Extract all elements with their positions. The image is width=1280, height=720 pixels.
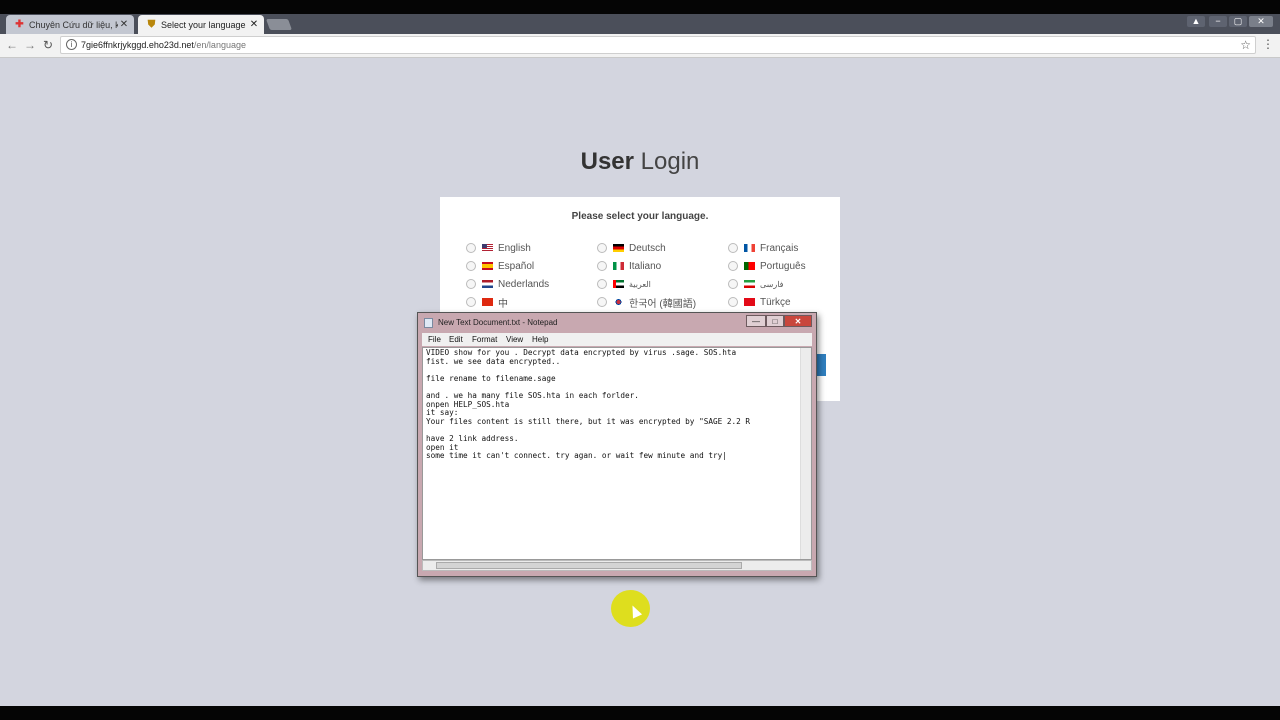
url-host: 7gie6ffnkrjykggd.eho23d.net xyxy=(81,40,194,50)
reload-button[interactable]: ↻ xyxy=(40,37,56,53)
notepad-titlebar[interactable]: New Text Document.txt - Notepad — □ ✕ xyxy=(420,314,814,332)
language-option-nederlands[interactable]: Nederlands xyxy=(466,277,549,291)
title-bold: User xyxy=(580,148,634,175)
info-icon[interactable]: i xyxy=(66,39,77,50)
radio-button[interactable] xyxy=(728,297,738,307)
radio-button[interactable] xyxy=(466,279,476,289)
radio-button[interactable] xyxy=(597,243,607,253)
tab-title: Chuyên Cứu dữ liệu, khô xyxy=(29,19,118,30)
address-bar[interactable]: i 7gie6ffnkrjykggd.eho23d.net/en/languag… xyxy=(60,36,1256,54)
es-flag-icon xyxy=(482,262,493,270)
notepad-icon xyxy=(424,318,433,328)
us-flag-icon xyxy=(482,244,493,252)
menu-edit[interactable]: Edit xyxy=(449,335,463,344)
language-option-chinese[interactable]: 中 xyxy=(466,295,508,310)
menu-format[interactable]: Format xyxy=(472,335,497,344)
profile-button[interactable]: ▲ xyxy=(1187,16,1205,27)
close-tab-icon[interactable]: ✕ xyxy=(248,19,260,30)
minimize-button[interactable]: − xyxy=(1209,16,1227,27)
tab-select-language[interactable]: ⛊ Select your language ✕ xyxy=(138,15,264,34)
notepad-minimize-button[interactable]: — xyxy=(746,315,766,327)
language-prompt: Please select your language. xyxy=(571,211,709,222)
pt-flag-icon xyxy=(744,262,755,270)
close-tab-icon[interactable]: ✕ xyxy=(118,19,130,30)
language-option-italiano[interactable]: Italiano xyxy=(597,259,661,273)
language-label: Türkçe xyxy=(760,296,791,308)
kr-flag-icon xyxy=(613,298,624,306)
forward-button[interactable]: → xyxy=(22,37,38,53)
de-flag-icon xyxy=(613,244,624,252)
fr-flag-icon xyxy=(744,244,755,252)
notepad-close-button[interactable]: ✕ xyxy=(784,315,812,327)
horizontal-scrollbar[interactable] xyxy=(422,560,812,571)
page-title: User Login xyxy=(0,148,1280,176)
nl-flag-icon xyxy=(482,280,493,288)
language-label: Deutsch xyxy=(629,242,666,254)
language-label: 中 xyxy=(498,298,508,310)
menu-help[interactable]: Help xyxy=(532,335,548,344)
language-label: Español xyxy=(498,260,535,272)
new-tab-button[interactable] xyxy=(265,19,293,30)
language-label: Nederlands xyxy=(498,278,550,290)
vertical-scrollbar[interactable] xyxy=(800,348,811,559)
tab-title: Select your language xyxy=(161,19,246,30)
language-label: Italiano xyxy=(629,260,662,272)
ir-flag-icon xyxy=(744,280,755,288)
radio-button[interactable] xyxy=(728,243,738,253)
language-option-deutsch[interactable]: Deutsch xyxy=(597,241,666,255)
language-label: 한국어 (韓國語) xyxy=(629,298,697,310)
radio-button[interactable] xyxy=(466,261,476,271)
notepad-window: New Text Document.txt - Notepad — □ ✕ Fi… xyxy=(417,312,817,577)
language-label: English xyxy=(498,242,531,254)
ae-flag-icon xyxy=(613,280,624,288)
language-option-english[interactable]: English xyxy=(466,241,531,255)
url-path: /en/language xyxy=(193,40,246,50)
notepad-text-area[interactable]: VIDEO show for you . Decrypt data encryp… xyxy=(422,347,812,560)
language-option-portugues[interactable]: Português xyxy=(728,259,806,273)
tab-strip: ✚ Chuyên Cứu dữ liệu, khô ✕ ⛊ Select you… xyxy=(0,14,1280,34)
language-label: العربية xyxy=(629,279,651,289)
close-window-button[interactable]: ✕ xyxy=(1249,16,1273,27)
back-button[interactable]: ← xyxy=(4,37,20,53)
bookmark-star-icon[interactable]: ☆ xyxy=(1240,37,1251,53)
radio-button[interactable] xyxy=(728,279,738,289)
language-label: Français xyxy=(760,242,799,254)
shield-icon: ⛊ xyxy=(147,19,156,30)
video-letterbox-bottom xyxy=(0,706,1280,720)
radio-button[interactable] xyxy=(466,297,476,307)
it-flag-icon xyxy=(613,262,624,270)
radio-button[interactable] xyxy=(597,297,607,307)
tr-flag-icon xyxy=(744,298,755,306)
language-label: فارسی xyxy=(760,279,784,289)
language-option-turkce[interactable]: Türkçe xyxy=(728,295,791,309)
url-text: 7gie6ffnkrjykggd.eho23d.net/en/language xyxy=(81,37,246,53)
notepad-content[interactable]: VIDEO show for you . Decrypt data encryp… xyxy=(423,348,802,461)
notepad-menubar: File Edit Format View Help xyxy=(422,333,812,346)
language-option-arabic[interactable]: العربية xyxy=(597,277,651,291)
radio-button[interactable] xyxy=(597,279,607,289)
radio-button[interactable] xyxy=(466,243,476,253)
radio-button[interactable] xyxy=(597,261,607,271)
tab-data-recovery[interactable]: ✚ Chuyên Cứu dữ liệu, khô ✕ xyxy=(6,15,134,34)
cn-flag-icon xyxy=(482,298,493,306)
browser-toolbar: ← → ↻ i 7gie6ffnkrjykggd.eho23d.net/en/l… xyxy=(0,34,1280,58)
browser-menu-icon[interactable]: ⋮ xyxy=(1262,37,1274,51)
scrollbar-thumb[interactable] xyxy=(436,562,742,569)
title-light: Login xyxy=(640,148,700,175)
notepad-title: New Text Document.txt - Notepad xyxy=(438,318,558,327)
language-option-korean[interactable]: 한국어 (韓國語) xyxy=(597,295,697,310)
maximize-button[interactable]: ▢ xyxy=(1229,16,1247,27)
video-letterbox-top xyxy=(0,0,1280,14)
radio-button[interactable] xyxy=(728,261,738,271)
notepad-maximize-button[interactable]: □ xyxy=(766,315,784,327)
language-option-farsi[interactable]: فارسی xyxy=(728,277,784,291)
red-cross-icon: ✚ xyxy=(15,19,24,30)
menu-file[interactable]: File xyxy=(428,335,441,344)
language-label: Português xyxy=(760,260,806,272)
menu-view[interactable]: View xyxy=(506,335,523,344)
language-option-francais[interactable]: Français xyxy=(728,241,798,255)
language-option-espanol[interactable]: Español xyxy=(466,259,534,273)
